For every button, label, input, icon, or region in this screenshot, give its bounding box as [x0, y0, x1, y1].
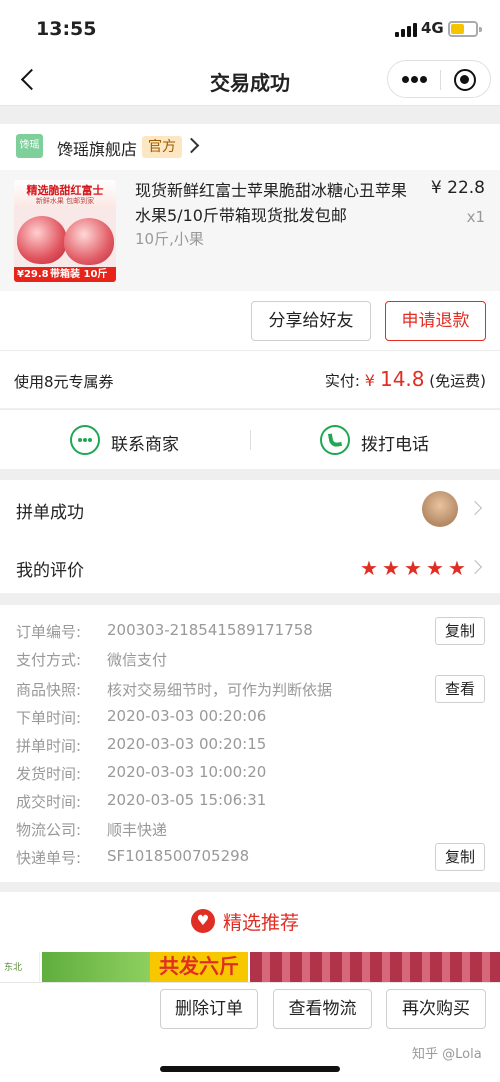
status-bar: 13:55 4G [0, 0, 500, 56]
coupon-text: 使用8元专属券 [14, 373, 114, 391]
order-number-row: 订单编号: 200303-218541589171758 复制 [0, 617, 500, 645]
product-name: 现货新鲜红富士苹果脆甜冰糖心丑苹果水果5/10斤带箱现货批发包邮 [135, 181, 408, 225]
copy-order-number-button[interactable]: 复制 [435, 617, 485, 645]
order-number: 200303-218541589171758 [107, 621, 313, 639]
info-label: 商品快照: [16, 681, 82, 699]
star-icon: ★ [426, 556, 444, 580]
copy-tracking-button[interactable]: 复制 [435, 843, 485, 871]
chevron-right-icon [467, 559, 483, 575]
tracking-row: 快递单号: SF1018500705298 复制 [0, 843, 500, 871]
courier-company: 顺丰快递 [107, 821, 168, 839]
info-label: 物流公司: [16, 821, 82, 839]
nav-bar: 交易成功 [0, 56, 500, 106]
shop-logo: 馋瑶 [16, 134, 43, 158]
info-label: 发货时间: [16, 765, 82, 783]
contact-merchant-label: 联系商家 [111, 435, 179, 455]
banner-promo: 共发六斤 [150, 952, 248, 982]
view-logistics-button[interactable]: 查看物流 [273, 989, 372, 1029]
deal-time-row: 成交时间: 2020-03-05 15:06:31 [0, 787, 500, 815]
info-label: 订单编号: [16, 623, 82, 641]
shop-order-card: 馋瑶 馋瑶旗舰店 官方 精选脆甜红富士 新鲜水果 包邮到家 ¥29.8 带箱装 … [0, 124, 500, 350]
star-icon: ★ [404, 556, 422, 580]
info-label: 拼单时间: [16, 737, 82, 755]
payment-method: 微信支付 [107, 651, 168, 669]
info-label: 成交时间: [16, 793, 82, 811]
order-info-card: 订单编号: 200303-218541589171758 复制 支付方式: 微信… [0, 605, 500, 882]
contact-merchant-button[interactable]: 联系商家 [70, 425, 190, 457]
close-target-icon[interactable] [454, 69, 476, 91]
view-snapshot-button[interactable]: 查看 [435, 675, 485, 703]
info-label: 下单时间: [16, 709, 82, 727]
order-time-row: 下单时间: 2020-03-03 00:20:06 [0, 703, 500, 731]
apple-image [64, 218, 114, 265]
ship-time-row: 发货时间: 2020-03-03 10:00:20 [0, 759, 500, 787]
payment-row: 使用8元专属券 实付: ¥ 14.8 (免运费) [0, 350, 500, 408]
phone-icon [320, 425, 350, 455]
courier-row: 物流公司: 顺丰快递 [0, 815, 500, 843]
star-icon: ★ [360, 556, 378, 580]
recommend-header: 精选推荐 [0, 892, 500, 952]
call-phone-label: 拨打电话 [361, 435, 429, 455]
home-indicator[interactable] [160, 1066, 340, 1072]
tracking-number: SF1018500705298 [107, 847, 250, 865]
status-time: 13:55 [36, 18, 97, 40]
banner-left-text: 东北 [4, 963, 23, 973]
group-buy-label: 拼单成功 [16, 503, 84, 523]
thumb-badge: 带箱装 10斤 [50, 269, 108, 280]
call-phone-button[interactable]: 拨打电话 [320, 425, 440, 457]
banner-image [42, 952, 152, 982]
watermark: 知乎 @Lola [412, 1047, 482, 1062]
snapshot-row: 商品快照: 核对交易细节时，可作为判断依据 查看 [0, 675, 500, 703]
apple-image [17, 216, 67, 264]
recommend-title: 精选推荐 [223, 912, 300, 934]
star-icon: ★ [448, 556, 466, 580]
official-badge: 官方 [142, 136, 182, 158]
product-item[interactable]: 精选脆甜红富士 新鲜水果 包邮到家 ¥29.8 带箱装 10斤 现货新鲜红富士苹… [0, 170, 500, 291]
payment-method-row: 支付方式: 微信支付 [0, 645, 500, 673]
chevron-right-icon[interactable] [183, 137, 200, 154]
group-time-row: 拼单时间: 2020-03-03 00:20:15 [0, 731, 500, 759]
battery-icon [448, 21, 482, 37]
deal-time: 2020-03-05 15:06:31 [107, 791, 267, 809]
star-icon: ★ [382, 556, 400, 580]
ship-time: 2020-03-03 10:00:20 [107, 763, 267, 781]
order-time: 2020-03-03 00:20:06 [107, 707, 267, 725]
product-price: ¥ 22.8 [430, 178, 485, 198]
paid-amount: 实付: ¥ 14.8 (免运费) [324, 367, 486, 391]
chevron-right-icon [467, 500, 483, 516]
product-thumbnail: 精选脆甜红富士 新鲜水果 包邮到家 ¥29.8 带箱装 10斤 [14, 180, 116, 282]
product-spec: 10斤,小果 [135, 230, 204, 248]
heart-icon [191, 909, 215, 933]
mini-program-capsule [387, 60, 491, 98]
product-quantity: x1 [466, 208, 485, 226]
contact-row: 联系商家 拨打电话 [0, 409, 500, 469]
signal-icon [395, 23, 417, 37]
delete-order-button[interactable]: 删除订单 [160, 989, 258, 1029]
avatar [422, 491, 458, 527]
my-review-label: 我的评价 [16, 561, 84, 581]
buy-again-button[interactable]: 再次购买 [386, 989, 486, 1029]
bottom-action-bar: 删除订单 查看物流 再次购买 知乎 @Lola [0, 982, 500, 1082]
thumb-subtitle: 新鲜水果 包邮到家 [35, 197, 95, 205]
snapshot-desc: 核对交易细节时，可作为判断依据 [107, 681, 333, 699]
shop-name[interactable]: 馋瑶旗舰店 [57, 136, 137, 160]
share-button[interactable]: 分享给好友 [251, 301, 371, 341]
refund-button[interactable]: 申请退款 [385, 301, 486, 341]
info-label: 快递单号: [16, 849, 82, 867]
info-label: 支付方式: [16, 651, 82, 669]
group-time: 2020-03-03 00:20:15 [107, 735, 267, 753]
more-dots-icon[interactable] [402, 76, 428, 84]
thumb-price: ¥29.8 [17, 269, 49, 280]
network-label: 4G [421, 19, 444, 37]
chat-icon [70, 425, 100, 455]
recommend-banner[interactable]: 东北 共发六斤 [0, 952, 500, 982]
status-card: 拼单成功 我的评价 ★ ★ ★ ★ ★ [0, 480, 500, 593]
banner-image [250, 952, 500, 982]
